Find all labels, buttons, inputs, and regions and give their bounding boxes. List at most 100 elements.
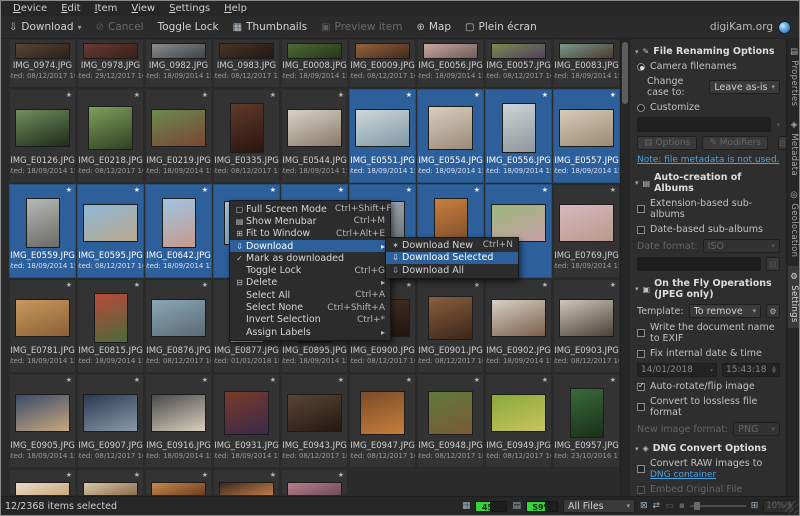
sidebar-tab-settings[interactable]: ⚙ Settings <box>788 266 800 329</box>
thumbnail-cell[interactable]: ★IMG_E0009.JPGated: 08/12/2017 10 <box>349 39 416 88</box>
customize-radio-row[interactable]: Customize <box>637 102 780 113</box>
grid-scrollbar[interactable] <box>620 39 629 496</box>
dng-container-link[interactable]: DNG container <box>650 470 716 480</box>
thumbnail-cell[interactable]: ★IMG_E0056.JPGated: 18/09/2014 15 <box>417 39 484 88</box>
section-header-on-the-fly[interactable]: ▾ ▣ On the Fly Operations (JPEG only) <box>635 278 780 300</box>
menu-bar-item[interactable]: View <box>125 2 161 15</box>
thumbnail-cell[interactable]: ★IMG_E0544.JPGated: 18/09/2014 15 <box>281 89 348 183</box>
thumbnail-cell[interactable]: ★IMG_E0126.JPGated: 18/09/2014 15 <box>9 89 76 183</box>
change-case-combo[interactable]: Leave as-is ▾ <box>709 80 780 94</box>
resize-grip[interactable] <box>785 501 798 514</box>
thumbnail-cell[interactable]: ★IMG_E0916.JPGated: 18/09/2014 15 <box>145 374 212 468</box>
radio-icon[interactable] <box>637 63 645 71</box>
thumbnail-cell[interactable]: ★IMG_E0219.JPGated: 18/09/2014 15 <box>145 89 212 183</box>
context-menu-item-toggle-lock[interactable]: Toggle LockCtrl+G <box>230 264 390 276</box>
download-button[interactable]: ⇩ Download ▾ <box>9 21 82 33</box>
fit-to-window-icon[interactable]: ⊠ <box>640 501 648 511</box>
sidebar-tab-geolocation[interactable]: ◎ Geolocation <box>788 184 800 263</box>
checkbox-icon[interactable] <box>637 350 645 358</box>
auto-rotate-row[interactable]: Auto-rotate/flip image <box>637 381 780 392</box>
extension-subalbums-row[interactable]: Extension-based sub-albums <box>637 198 780 220</box>
thumbnail-cell[interactable]: ★IMG_E0905.JPGated: 18/09/2014 15 <box>9 374 76 468</box>
checkbox-icon[interactable] <box>637 226 645 234</box>
checkbox-icon[interactable] <box>637 329 645 337</box>
thumbnail-cell[interactable]: ★ <box>9 469 76 496</box>
rename-pattern-input[interactable] <box>637 117 771 132</box>
thumbnail-cell[interactable]: ★IMG_E0335.JPGated: 08/12/2017 11 <box>213 89 280 183</box>
thumbnail-cell[interactable]: ★IMG_E0642.JPGated: 18/09/2014 15 <box>145 184 212 278</box>
zoom-slider-knob[interactable] <box>694 502 700 510</box>
submenu-item-download-all[interactable]: ⇩Download All <box>386 264 518 277</box>
menu-bar-item[interactable]: Device <box>7 2 53 15</box>
sidebar-tab-properties[interactable]: ▤ Properties <box>788 41 800 112</box>
thumbnail-cell[interactable]: ★IMG_E0057.JPGated: 08/12/2017 10 <box>485 39 552 88</box>
convert-lossless-row[interactable]: Convert to lossless file format <box>637 396 780 418</box>
context-menu-item-delete[interactable]: ⊟Delete▸ <box>230 277 390 289</box>
context-menu-item-invert-selection[interactable]: Invert SelectionCtrl+* <box>230 314 390 326</box>
checkbox-icon[interactable] <box>637 465 645 473</box>
context-menu-item-download[interactable]: ⇩Download▸ <box>230 240 390 252</box>
thumbnail-cell[interactable]: ★IMG_E0595.JPGated: 08/12/2017 10 <box>77 184 144 278</box>
sidebar-tab-metadata[interactable]: ◈ Metadata <box>788 114 800 182</box>
thumbnail-cell[interactable]: ★ <box>145 469 212 496</box>
thumbnail-cell[interactable]: ★IMG_E0907.JPGated: 08/12/2017 10 <box>77 374 144 468</box>
date-subalbums-row[interactable]: Date-based sub-albums <box>637 224 780 235</box>
zoom-in-icon[interactable]: ⊞ <box>751 501 759 511</box>
context-menu-item-fit-to-window[interactable]: ⊞Fit to WindowCtrl+Alt+E <box>230 228 390 240</box>
thumbnail-cell[interactable]: ★IMG_E0876.JPGated: 08/12/2017 10 <box>145 279 212 373</box>
radio-icon[interactable] <box>637 104 645 112</box>
context-menu-item-select-all[interactable]: Select AllCtrl+A <box>230 289 390 301</box>
checkbox-icon[interactable] <box>637 403 645 411</box>
menu-bar-item[interactable]: Item <box>89 2 124 15</box>
thumbnail-cell[interactable]: ★ <box>213 469 280 496</box>
context-menu-item-full-screen-mode[interactable]: ▢Full Screen ModeCtrl+Shift+F <box>230 203 390 215</box>
zoom-slider[interactable] <box>690 505 746 507</box>
thumbnail-cell[interactable]: ★IMG_E0556.JPGated: 18/09/2014 15 <box>485 89 552 183</box>
checkbox-checked-icon[interactable] <box>637 383 645 391</box>
grid-scrollbar-thumb[interactable] <box>622 42 628 104</box>
file-filter-combo[interactable]: All Files ▾ <box>563 499 635 513</box>
thumbnail-cell[interactable]: ★IMG_E0943.JPGated: 08/12/2017 10 <box>281 374 348 468</box>
thumbnails-button[interactable]: ▦ Thumbnails <box>233 21 307 33</box>
menu-bar-item[interactable]: Edit <box>55 2 86 15</box>
thumbnail-cell[interactable]: ★IMG_E0551.JPGated: 18/09/2014 15 <box>349 89 416 183</box>
thumbnail-cell[interactable]: ★IMG_E0901.JPGated: 08/12/2017 10 <box>417 279 484 373</box>
thumbnail-cell[interactable]: ★ <box>281 469 348 496</box>
thumbnail-cell[interactable]: ★IMG_E0948.JPGated: 08/12/2017 10 <box>417 374 484 468</box>
toggle-lock-button[interactable]: Toggle Lock <box>158 21 219 33</box>
template-combo[interactable]: To remove ▾ <box>689 304 761 318</box>
zoom-100-icon[interactable]: ⇄ <box>653 501 661 511</box>
thumbnail-cell[interactable]: ★IMG_E0902.JPGated: 18/09/2014 15 <box>485 279 552 373</box>
camera-filenames-radio-row[interactable]: Camera filenames <box>637 61 780 72</box>
thumbnail-cell[interactable]: ★IMG_E0815.JPGated: 18/09/2014 15 <box>77 279 144 373</box>
thumbnail-cell[interactable]: ★IMG_E0557.JPGated: 18/09/2014 15 <box>553 89 620 183</box>
convert-raw-row[interactable]: Convert RAW images to DNG container <box>637 458 780 480</box>
write-exif-row[interactable]: Write the document name to EXIF <box>637 322 780 344</box>
section-header-file-renaming[interactable]: ▾ ✎ File Renaming Options <box>635 46 780 57</box>
submenu-item-download-new[interactable]: ✶Download NewCtrl+N <box>386 239 518 252</box>
thumbnail-cell[interactable]: ★IMG_E0903.JPGated: 08/12/2017 10 <box>553 279 620 373</box>
context-menu-item-select-none[interactable]: Select NoneCtrl+Shift+A <box>230 301 390 313</box>
thumbnail-cell[interactable]: ★IMG_E0769.JPGated: 18/09/2014 15 <box>553 184 620 278</box>
section-header-auto-albums[interactable]: ▾ ▤ Auto-creation of Albums <box>635 172 780 194</box>
thumbnail-cell[interactable]: ★IMG_0978.JPGated: 29/12/2017 10 <box>77 39 144 88</box>
context-menu-item-assign-labels[interactable]: Assign Labels▸ <box>230 326 390 338</box>
thumbnail-cell[interactable]: ★IMG_E0931.JPGated: 18/09/2014 15 <box>213 374 280 468</box>
thumbnail-cell[interactable]: ★ <box>77 469 144 496</box>
context-menu-item-show-menubar[interactable]: ▤Show MenubarCtrl+M <box>230 215 390 227</box>
thumbnail-cell[interactable]: ★IMG_E0008.JPGated: 18/09/2014 15 <box>281 39 348 88</box>
thumbnail-cell[interactable]: ★IMG_E0949.JPGated: 08/12/2017 10 <box>485 374 552 468</box>
fix-date-row[interactable]: Fix internal date & time <box>637 348 780 359</box>
section-header-dng[interactable]: ▾ ◈ DNG Convert Options <box>635 443 780 454</box>
thumbnail-cell[interactable]: ★IMG_0974.JPGated: 08/12/2017 10 <box>9 39 76 88</box>
thumbnail-cell[interactable]: ★IMG_E0947.JPGated: 08/12/2017 10 <box>349 374 416 468</box>
checkbox-icon[interactable] <box>637 205 645 213</box>
thumbnail-cell[interactable]: ★IMG_E0559.JPGated: 18/09/2014 15 <box>9 184 76 278</box>
context-menu-item-mark-as-downloaded[interactable]: ✓Mark as downloaded <box>230 252 390 264</box>
template-tool-button[interactable]: ⚙ <box>766 304 780 318</box>
thumbnail-cell[interactable]: ★IMG_E0218.JPGated: 08/12/2017 10 <box>77 89 144 183</box>
thumbnail-cell[interactable]: ★IMG_E0083.JPGated: 18/09/2014 15 <box>553 39 620 88</box>
metadata-note-link[interactable]: Note: file metadata is not used. <box>637 155 779 165</box>
menu-bar-item[interactable]: Settings <box>163 2 216 15</box>
map-button[interactable]: ⊕ Map <box>416 21 451 33</box>
